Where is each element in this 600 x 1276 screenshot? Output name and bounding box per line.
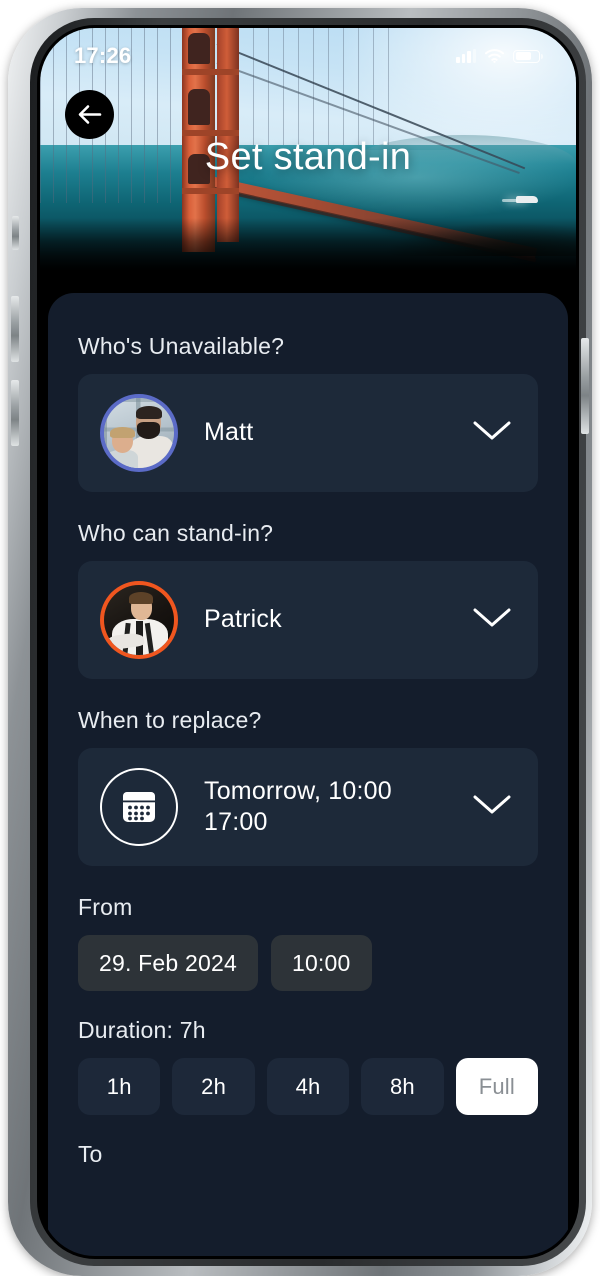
unavailable-select[interactable]: Matt — [78, 374, 538, 492]
duration-options: 1h 2h 4h 8h Full — [78, 1058, 539, 1115]
unavailable-label: Who's Unavailable? — [78, 333, 285, 359]
phone-screen: 17:26 Set stand-in Who's Unavailable? Ma… — [40, 28, 576, 1256]
duration-chip-8h[interactable]: 8h — [361, 1058, 444, 1115]
when-value: Tomorrow, 10:00 17:00 — [178, 776, 472, 839]
standin-select[interactable]: Patrick — [78, 561, 538, 679]
from-date-picker[interactable]: 29. Feb 2024 — [78, 935, 258, 991]
chevron-down-icon[interactable] — [472, 607, 512, 634]
duration-label: Duration: 7h — [78, 1017, 206, 1043]
status-icons — [456, 49, 543, 63]
when-value-line1: Tomorrow, 10:00 — [204, 776, 392, 805]
calendar-icon — [100, 768, 178, 846]
cellular-signal-icon — [456, 49, 476, 63]
chevron-down-icon[interactable] — [472, 794, 512, 821]
power-button[interactable] — [581, 338, 589, 434]
chevron-down-icon[interactable] — [472, 420, 512, 447]
from-row: 29. Feb 2024 10:00 — [78, 935, 538, 991]
wifi-icon — [485, 49, 504, 63]
duration-chip-4h[interactable]: 4h — [266, 1058, 350, 1115]
battery-icon — [513, 49, 543, 63]
when-value-line2: 17:00 — [204, 808, 268, 836]
duration-chip-2h[interactable]: 2h — [172, 1058, 255, 1115]
volume-down-button[interactable] — [11, 380, 19, 446]
from-label: From — [78, 894, 133, 920]
avatar — [100, 581, 178, 659]
standin-value: Patrick — [204, 605, 282, 634]
back-button[interactable] — [65, 90, 114, 139]
volume-up-button[interactable] — [11, 296, 19, 362]
page-title: Set stand-in — [204, 136, 412, 178]
standin-label: Who can stand-in? — [78, 520, 274, 546]
status-time: 17:26 — [74, 43, 132, 68]
avatar — [100, 394, 178, 472]
from-time-picker[interactable]: 10:00 — [270, 935, 372, 991]
phone-frame: 17:26 Set stand-in Who's Unavailable? Ma… — [8, 8, 592, 1276]
duration-chip-1h[interactable]: 1h — [78, 1058, 161, 1115]
avatar-image-patrick — [104, 585, 174, 655]
when-label: When to replace? — [78, 707, 262, 733]
to-label: To — [78, 1141, 103, 1167]
silent-switch-button[interactable] — [12, 216, 19, 250]
when-select[interactable]: Tomorrow, 10:00 17:00 — [78, 748, 538, 866]
arrow-left-icon — [78, 105, 102, 124]
duration-chip-full[interactable]: Full — [455, 1058, 539, 1115]
unavailable-value: Matt — [204, 418, 254, 447]
avatar-image-matt — [104, 398, 174, 468]
status-bar: 17:26 — [40, 28, 576, 84]
form-panel: Who's Unavailable? Matt Who can stand-in… — [48, 293, 568, 1256]
